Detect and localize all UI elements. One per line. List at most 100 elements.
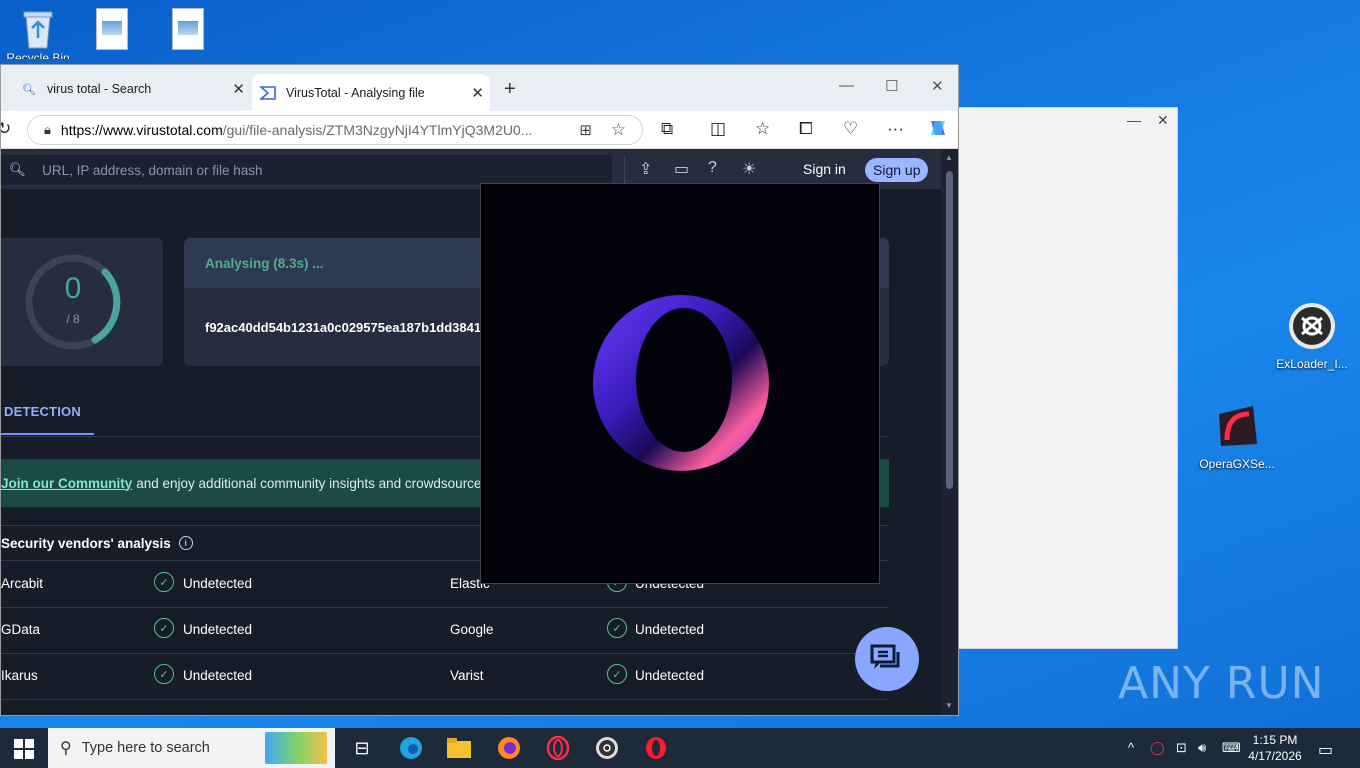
exloader-label: ExLoader_I... bbox=[1276, 357, 1348, 371]
chat-button[interactable] bbox=[855, 627, 919, 691]
favorite-star-icon[interactable]: ☆ bbox=[611, 120, 626, 140]
clock-date: 4/17/2026 bbox=[1248, 749, 1302, 763]
tab-virus-total-search[interactable]: 🔍︎ virus total - Search ✕ bbox=[11, 74, 251, 104]
more-menu-icon[interactable]: ··· bbox=[887, 119, 904, 139]
taskbar: ⚲ Type here to search ⊟ ^ ◯ ⊡ 🔊︎ ⌨ 1:15 … bbox=[0, 728, 1360, 768]
file-hash: f92ac40dd54b1231a0c029575ea187b1dd3841a bbox=[205, 320, 489, 335]
opera-gx-taskbar-icon[interactable] bbox=[546, 736, 570, 760]
theme-toggle-icon[interactable]: ☀ bbox=[742, 159, 756, 179]
app-available-icon[interactable]: ⊞ bbox=[579, 121, 592, 139]
desktop-file-icon-1[interactable] bbox=[74, 8, 150, 54]
upload-icon[interactable]: ⇪ bbox=[639, 159, 652, 179]
taskbar-search-box[interactable]: ⚲ Type here to search bbox=[48, 728, 335, 768]
search-placeholder: URL, IP address, domain or file hash bbox=[42, 162, 263, 178]
taskbar-clock[interactable]: 1:15 PM 4/17/2026 bbox=[1240, 732, 1310, 764]
ime-icon[interactable]: ⌨ bbox=[1222, 740, 1241, 756]
search-icon: ⚲ bbox=[60, 740, 72, 757]
vendor-result: Undetected bbox=[183, 576, 253, 591]
tab-virustotal-analysing[interactable]: VirusTotal - Analysing file ✕ bbox=[252, 74, 490, 111]
vt-search-input[interactable]: 🔍︎ URL, IP address, domain or file hash bbox=[1, 155, 612, 185]
search-icon: 🔍︎ bbox=[9, 162, 27, 177]
tab-detection[interactable]: DETECTION bbox=[4, 404, 81, 419]
lock-icon[interactable]: 🔒︎ bbox=[44, 122, 51, 138]
anyrun-watermark: ANY RUN bbox=[1118, 658, 1325, 709]
vendor-name: Varist bbox=[450, 668, 484, 683]
notifications-icon[interactable]: ▭ bbox=[674, 159, 689, 179]
detection-total: / 8 bbox=[66, 312, 80, 326]
scrollbar-thumb[interactable] bbox=[946, 171, 953, 489]
vendor-name: GData bbox=[1, 622, 41, 637]
minimize-icon[interactable]: — bbox=[1127, 112, 1141, 128]
maximize-icon[interactable]: ☐ bbox=[885, 77, 898, 95]
collections-icon[interactable]: ⧠ bbox=[799, 119, 813, 139]
exloader-desktop-icon[interactable]: ExLoader_I... bbox=[1274, 302, 1350, 371]
file-explorer-icon[interactable] bbox=[447, 736, 471, 760]
check-circle-icon: ✓ bbox=[607, 618, 627, 638]
active-tab-indicator bbox=[1, 433, 94, 435]
recycle-bin-desktop-icon[interactable]: Recycle Bin bbox=[0, 6, 76, 59]
exloader-icon bbox=[1274, 302, 1350, 353]
desktop-file-icon-2[interactable] bbox=[150, 8, 226, 54]
info-icon[interactable]: i bbox=[178, 536, 193, 550]
scroll-down-icon[interactable]: ▼ bbox=[945, 701, 953, 710]
extensions-icon[interactable]: ⧉ bbox=[661, 119, 673, 139]
vendor-result: Undetected bbox=[183, 622, 253, 637]
close-tab-icon[interactable]: ✕ bbox=[232, 80, 245, 98]
check-circle-icon: ✓ bbox=[154, 618, 174, 638]
opera-tray-icon[interactable]: ◯ bbox=[1150, 740, 1165, 756]
tab-strip: 🔍︎ virus total - Search ✕ VirusTotal - A… bbox=[1, 65, 958, 111]
notifications-icon[interactable]: ▭ bbox=[1318, 740, 1333, 760]
minimize-icon[interactable]: — bbox=[839, 77, 854, 94]
search-highlight-icon bbox=[265, 732, 327, 764]
vendors-title: Security vendors' analysis bbox=[1, 535, 171, 551]
help-icon[interactable]: ? bbox=[708, 159, 717, 177]
community-text: and enjoy additional community insights … bbox=[136, 475, 489, 491]
operagx-icon bbox=[1199, 402, 1275, 453]
url-host: https://www.virustotal.com bbox=[60, 122, 223, 138]
network-icon[interactable]: ⊡ bbox=[1176, 740, 1187, 756]
close-icon[interactable]: ✕ bbox=[1157, 112, 1169, 129]
volume-icon[interactable]: 🔊︎ bbox=[1198, 740, 1206, 756]
opera-logo-icon bbox=[593, 295, 769, 471]
edge-taskbar-icon[interactable] bbox=[399, 736, 423, 760]
close-window-icon[interactable]: ✕ bbox=[931, 77, 944, 95]
image-file-icon bbox=[172, 8, 204, 50]
check-circle-icon: ✓ bbox=[154, 664, 174, 684]
vendor-name: Google bbox=[450, 622, 494, 637]
opera-taskbar-icon[interactable] bbox=[644, 736, 668, 760]
check-circle-icon: ✓ bbox=[154, 572, 174, 592]
close-tab-icon[interactable]: ✕ bbox=[471, 84, 484, 102]
split-screen-icon[interactable]: ◫ bbox=[710, 119, 726, 139]
operagx-setup-desktop-icon[interactable]: OperaGXSe... bbox=[1199, 402, 1275, 471]
taskbar-search-placeholder: Type here to search bbox=[81, 740, 210, 756]
clock-time: 1:15 PM bbox=[1252, 733, 1298, 747]
chat-icon bbox=[870, 644, 900, 669]
vendor-result: Undetected bbox=[635, 668, 705, 683]
copilot-icon[interactable] bbox=[927, 117, 949, 144]
refresh-icon[interactable]: ↻ bbox=[1, 119, 11, 139]
windows-start-icon[interactable] bbox=[14, 739, 34, 759]
search-icon: 🔍︎ bbox=[22, 83, 36, 96]
exloader-taskbar-icon[interactable] bbox=[595, 736, 619, 760]
divider bbox=[624, 157, 625, 183]
favorites-icon[interactable]: ☆ bbox=[755, 119, 770, 139]
firefox-icon[interactable] bbox=[497, 736, 521, 760]
address-bar[interactable]: 🔒︎ https://www.virustotal.com/gui/file-a… bbox=[27, 115, 643, 145]
sign-in-link[interactable]: Sign in bbox=[803, 161, 846, 177]
background-window: — ✕ bbox=[958, 107, 1178, 649]
browser-essentials-icon[interactable]: ♡ bbox=[843, 119, 858, 139]
check-circle-icon: ✓ bbox=[607, 664, 627, 684]
join-community-link[interactable]: Join our Community bbox=[1, 476, 132, 491]
recycle-bin-icon bbox=[0, 6, 76, 53]
image-file-icon bbox=[96, 8, 128, 50]
page-scrollbar[interactable]: ▲ ▼ bbox=[941, 149, 958, 715]
scroll-up-icon[interactable]: ▲ bbox=[945, 153, 953, 162]
new-tab-icon[interactable]: + bbox=[504, 78, 516, 101]
detection-score: 0 bbox=[64, 272, 82, 305]
task-view-icon[interactable]: ⊟ bbox=[350, 736, 374, 760]
vendor-row: Ikarus ✓ Undetected Varist ✓ Undetected bbox=[1, 654, 889, 700]
show-hidden-icons-chevron[interactable]: ^ bbox=[1128, 740, 1134, 755]
sign-up-button[interactable]: Sign up bbox=[865, 158, 929, 182]
vendor-name: Arcabit bbox=[1, 576, 44, 591]
address-bar-row: ↻ 🔒︎ https://www.virustotal.com/gui/file… bbox=[1, 111, 958, 149]
